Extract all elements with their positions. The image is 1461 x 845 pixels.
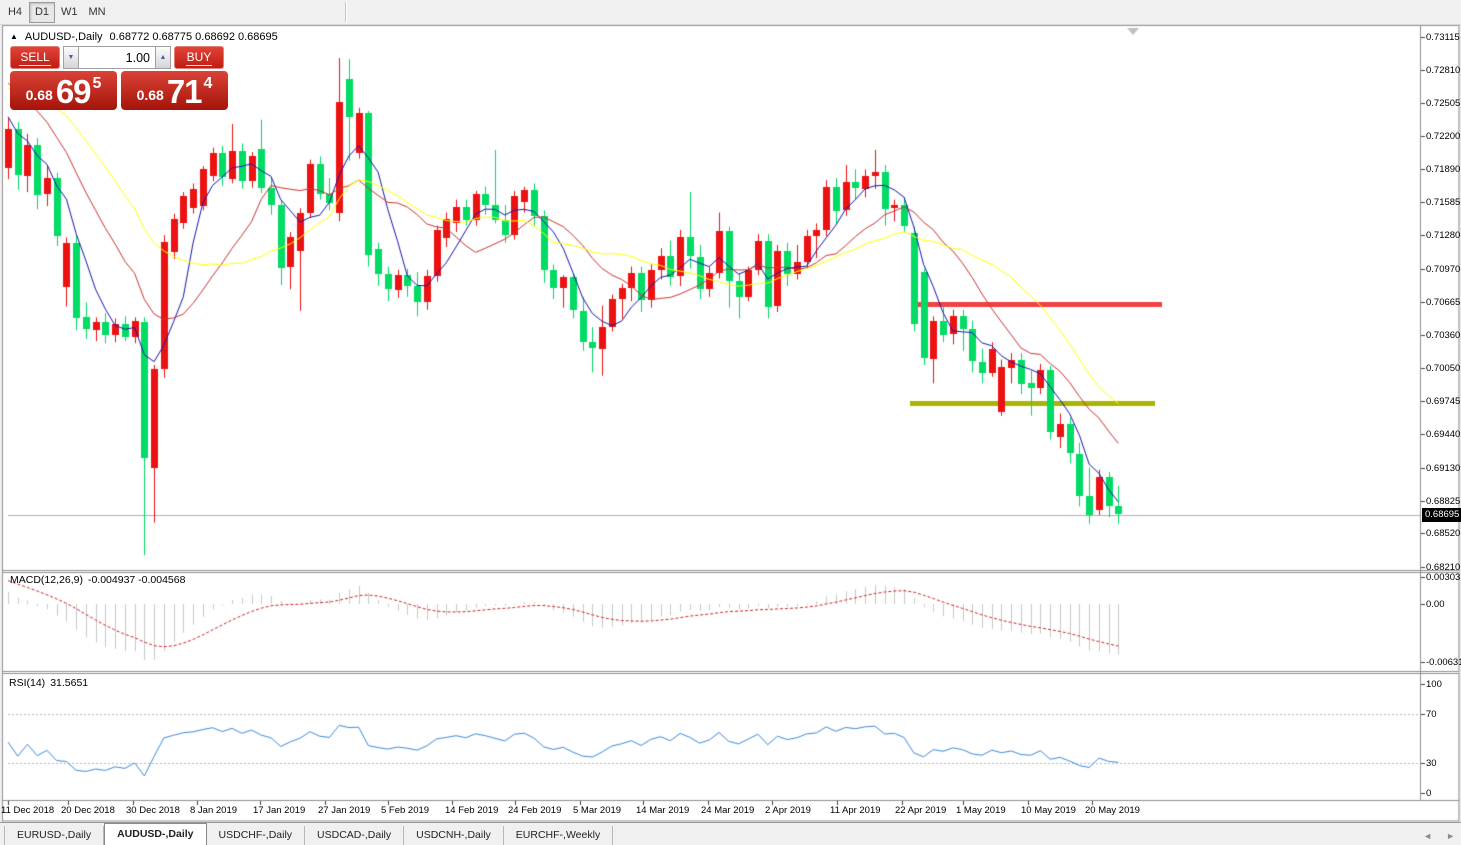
price-axis-tick: 0.71890 xyxy=(1426,164,1461,176)
buy-price-big: 71 xyxy=(166,72,203,110)
buy-price-prefix: 0.68 xyxy=(136,87,164,103)
price-axis-tick: 0.72505 xyxy=(1426,97,1461,109)
chart-title: ▲ AUDUSD-,Daily 0.68772 0.68775 0.68692 … xyxy=(10,31,278,43)
price-axis-tick: 0.69745 xyxy=(1426,396,1461,408)
macd-indicator-label: MACD(12,26,9) -0.004937 -0.004568 xyxy=(10,574,185,586)
date-axis-label: 1 May 2019 xyxy=(956,805,1006,816)
macd-axis-tick: 0.003035 xyxy=(1426,572,1461,583)
current-price-tag: 0.68695 xyxy=(1422,508,1461,522)
date-axis-label: 24 Feb 2019 xyxy=(508,805,562,816)
rsi-axis-tick: 30 xyxy=(1426,758,1437,769)
volume-decrease-button[interactable]: ▼ xyxy=(63,46,79,69)
price-axis-tick: 0.69130 xyxy=(1426,462,1461,474)
chart-tab-audusddaily[interactable]: AUDUSD-,Daily xyxy=(104,823,207,845)
chart-tab-usdchfdaily[interactable]: USDCHF-,Daily xyxy=(207,826,306,845)
tab-scroll-left-icon[interactable]: ◄ xyxy=(1423,831,1432,841)
toolbar-separator xyxy=(345,2,347,22)
sell-price-box[interactable]: 0.68 69 5 xyxy=(10,71,117,110)
date-axis-label: 30 Dec 2018 xyxy=(126,805,180,816)
date-axis-label: 10 May 2019 xyxy=(1021,805,1076,816)
volume-increase-button[interactable]: ▲ xyxy=(155,46,171,69)
timeframe-button-h4[interactable]: H4 xyxy=(2,2,28,23)
sell-price-pip: 5 xyxy=(92,75,102,92)
timeframe-button-w1[interactable]: W1 xyxy=(56,2,83,23)
date-axis-label: 20 Dec 2018 xyxy=(61,805,115,816)
sell-button[interactable]: SELL xyxy=(10,46,60,69)
tab-scroll-right-icon[interactable]: ► xyxy=(1446,831,1455,841)
chart-tab-eurusddaily[interactable]: EURUSD-,Daily xyxy=(4,826,105,845)
date-axis-label: 20 May 2019 xyxy=(1085,805,1140,816)
rsi-name: RSI(14) xyxy=(9,677,46,689)
date-axis-label: 14 Mar 2019 xyxy=(636,805,690,816)
price-axis-tick: 0.72200 xyxy=(1426,130,1461,142)
chart-canvas[interactable] xyxy=(0,0,1461,845)
volume-stepper: ▼ ▲ xyxy=(63,46,171,69)
rsi-value: 31.5651 xyxy=(50,677,89,689)
date-axis-label: 24 Mar 2019 xyxy=(701,805,755,816)
date-axis-label: 5 Feb 2019 xyxy=(381,805,430,816)
symbol-period-label: AUDUSD-,Daily xyxy=(24,31,103,43)
triangle-up-icon: ▲ xyxy=(159,54,167,61)
timeframe-toolbar: H4 D1 W1 MN xyxy=(0,0,1461,25)
buy-price-pip: 4 xyxy=(203,75,213,92)
buy-button-label: BUY xyxy=(185,49,213,66)
sell-button-label: SELL xyxy=(19,49,51,66)
tab-scroll-arrows: ◄ ► xyxy=(1423,831,1455,841)
rsi-axis-tick: 70 xyxy=(1426,709,1437,720)
price-axis-tick: 0.70970 xyxy=(1426,263,1461,275)
volume-input[interactable] xyxy=(79,46,155,69)
sell-price-prefix: 0.68 xyxy=(25,87,53,103)
rsi-indicator-label: RSI(14) 31.5651 xyxy=(9,677,88,689)
date-axis-label: 27 Jan 2019 xyxy=(318,805,371,816)
price-axis-tick: 0.71280 xyxy=(1426,230,1461,242)
timeframe-button-d1[interactable]: D1 xyxy=(29,1,55,23)
macd-values: -0.004937 -0.004568 xyxy=(87,574,186,586)
date-axis-label: 2 Apr 2019 xyxy=(765,805,811,816)
buy-button[interactable]: BUY xyxy=(174,46,224,69)
triangle-down-icon: ▼ xyxy=(67,54,75,61)
macd-axis-tick: 0.00 xyxy=(1426,599,1445,610)
date-axis-label: 14 Feb 2019 xyxy=(445,805,499,816)
price-axis-tick: 0.69440 xyxy=(1426,429,1461,441)
date-axis-label: 5 Mar 2019 xyxy=(573,805,622,816)
macd-axis-tick: -0.006315 xyxy=(1426,657,1461,668)
price-axis-tick: 0.72810 xyxy=(1426,64,1461,76)
date-axis-label: 8 Jan 2019 xyxy=(190,805,238,816)
rsi-axis-tick: 0 xyxy=(1426,788,1432,799)
one-click-trading-panel: SELL ▼ ▲ BUY 0.68 69 5 0.68 71 4 xyxy=(10,46,230,110)
price-axis-tick: 0.73115 xyxy=(1426,32,1460,43)
price-axis-tick: 0.68825 xyxy=(1426,495,1461,507)
price-axis-tick: 0.70665 xyxy=(1426,296,1461,308)
sell-price-big: 69 xyxy=(55,72,92,110)
chart-tab-usdcaddaily[interactable]: USDCAD-,Daily xyxy=(305,826,405,845)
date-axis-label: 22 Apr 2019 xyxy=(895,805,947,816)
price-axis-tick: 0.70360 xyxy=(1426,329,1461,341)
price-axis-tick: 0.70050 xyxy=(1426,363,1461,375)
timeframe-button-mn[interactable]: MN xyxy=(84,2,111,23)
ohlc-values: 0.68772 0.68775 0.68692 0.68695 xyxy=(109,31,278,43)
buy-price-box[interactable]: 0.68 71 4 xyxy=(121,71,228,110)
price-axis-tick: 0.68520 xyxy=(1426,528,1461,540)
macd-name: MACD(12,26,9) xyxy=(10,574,83,586)
chart-tab-eurchfweekly[interactable]: EURCHF-,Weekly xyxy=(504,826,614,845)
collapse-panel-icon[interactable]: ▲ xyxy=(10,33,18,41)
chart-tab-bar: EURUSD-,Daily AUDUSD-,Daily USDCHF-,Daily U… xyxy=(0,822,1461,845)
date-axis-label: 17 Jan 2019 xyxy=(253,805,306,816)
mt4-chart-window: H4 D1 W1 MN ▲ AUDUSD-,Daily 0.68772 0.68775… xyxy=(0,0,1461,845)
date-axis-label: 11 Dec 2018 xyxy=(1,805,55,816)
price-axis-tick: 0.71585 xyxy=(1426,197,1461,209)
date-axis-label: 11 Apr 2019 xyxy=(830,805,881,816)
chart-tab-usdcnhdaily[interactable]: USDCNH-,Daily xyxy=(404,826,504,845)
rsi-axis-tick: 100 xyxy=(1426,679,1442,690)
